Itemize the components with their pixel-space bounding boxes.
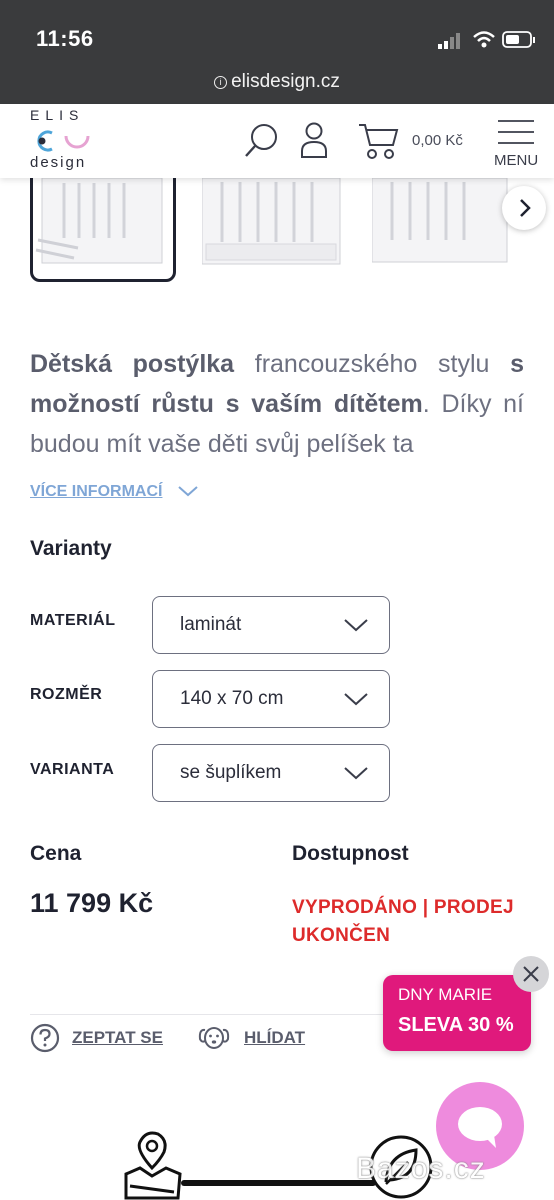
size-value: 140 x 70 cm bbox=[180, 688, 284, 709]
variants-heading: Varianty bbox=[30, 537, 112, 560]
browser-status-bar: 11:56 i elisdesign.cz bbox=[0, 0, 554, 104]
availability-status: VYPRODÁNO | PRODEJ UKONČEN bbox=[292, 897, 514, 946]
variant-select[interactable]: se šuplíkem bbox=[152, 744, 390, 802]
desc-bold-1: Dětská postýlka bbox=[30, 350, 235, 378]
thumbnail-crib-3[interactable] bbox=[372, 178, 512, 268]
more-info-link[interactable]: VÍCE INFORMACÍ bbox=[30, 483, 162, 501]
info-icon: i bbox=[214, 76, 228, 89]
question-icon[interactable] bbox=[30, 1023, 60, 1053]
material-value: laminát bbox=[180, 614, 242, 635]
material-label: MATERIÁL bbox=[30, 612, 116, 629]
signal-icon bbox=[438, 33, 460, 49]
close-icon bbox=[523, 966, 539, 982]
cart-total[interactable]: 0,00 Kč bbox=[412, 132, 463, 149]
promo-discount: SLEVA 30 % bbox=[398, 1014, 514, 1036]
cart-icon[interactable] bbox=[357, 121, 399, 161]
logo-text-bottom: design bbox=[30, 154, 87, 171]
product-description: Dětská postýlka francouzského stylu s mo… bbox=[30, 344, 524, 466]
material-select[interactable]: laminát bbox=[152, 596, 390, 654]
chevron-down-icon bbox=[344, 693, 368, 706]
search-icon[interactable] bbox=[244, 122, 280, 158]
chevron-down-icon bbox=[344, 767, 368, 780]
desc-text-1: francouzského stylu bbox=[234, 350, 511, 378]
chevron-right-icon bbox=[520, 199, 531, 217]
account-icon[interactable] bbox=[300, 121, 328, 159]
promo-banner[interactable]: DNY MARIE SLEVA 30 % bbox=[383, 975, 531, 1051]
size-label: ROZMĚR bbox=[30, 686, 103, 703]
selected-thumbnail-frame[interactable] bbox=[30, 166, 176, 282]
logo-icon[interactable] bbox=[28, 128, 90, 154]
variant-value: se šuplíkem bbox=[180, 762, 282, 783]
wifi-icon bbox=[473, 31, 495, 48]
thumbnail-crib-2[interactable] bbox=[202, 178, 342, 268]
price-value: 11 799 Kč bbox=[30, 888, 154, 918]
chevron-down-icon bbox=[344, 619, 368, 632]
promo-close-button[interactable] bbox=[513, 956, 549, 992]
clock: 11:56 bbox=[36, 26, 94, 51]
home-indicator[interactable] bbox=[181, 1180, 376, 1186]
watch-product-link[interactable]: HLÍDAT bbox=[244, 1028, 305, 1048]
gallery-next-button[interactable] bbox=[502, 186, 546, 230]
battery-icon bbox=[502, 31, 535, 48]
url-text: elisdesign.cz bbox=[231, 71, 340, 92]
variant-label: VARIANTA bbox=[30, 761, 115, 778]
more-info-label: VÍCE INFORMACÍ bbox=[30, 483, 163, 500]
address-bar[interactable]: i elisdesign.cz bbox=[0, 71, 554, 93]
promo-title: DNY MARIE bbox=[398, 985, 493, 1004]
availability-heading: Dostupnost bbox=[292, 842, 409, 865]
chevron-down-icon[interactable] bbox=[177, 484, 199, 498]
dog-icon[interactable] bbox=[197, 1021, 231, 1053]
price-heading: Cena bbox=[30, 842, 82, 865]
map-pin-icon[interactable] bbox=[120, 1128, 184, 1200]
hamburger-menu-icon[interactable] bbox=[498, 118, 534, 146]
ask-question-link[interactable]: ZEPTAT SE bbox=[72, 1028, 163, 1048]
logo-text-top: ELIS bbox=[30, 107, 85, 123]
menu-label[interactable]: MENU bbox=[494, 152, 538, 169]
size-select[interactable]: 140 x 70 cm bbox=[152, 670, 390, 728]
site-header: ELIS design 0,00 Kč MENU bbox=[0, 104, 554, 178]
